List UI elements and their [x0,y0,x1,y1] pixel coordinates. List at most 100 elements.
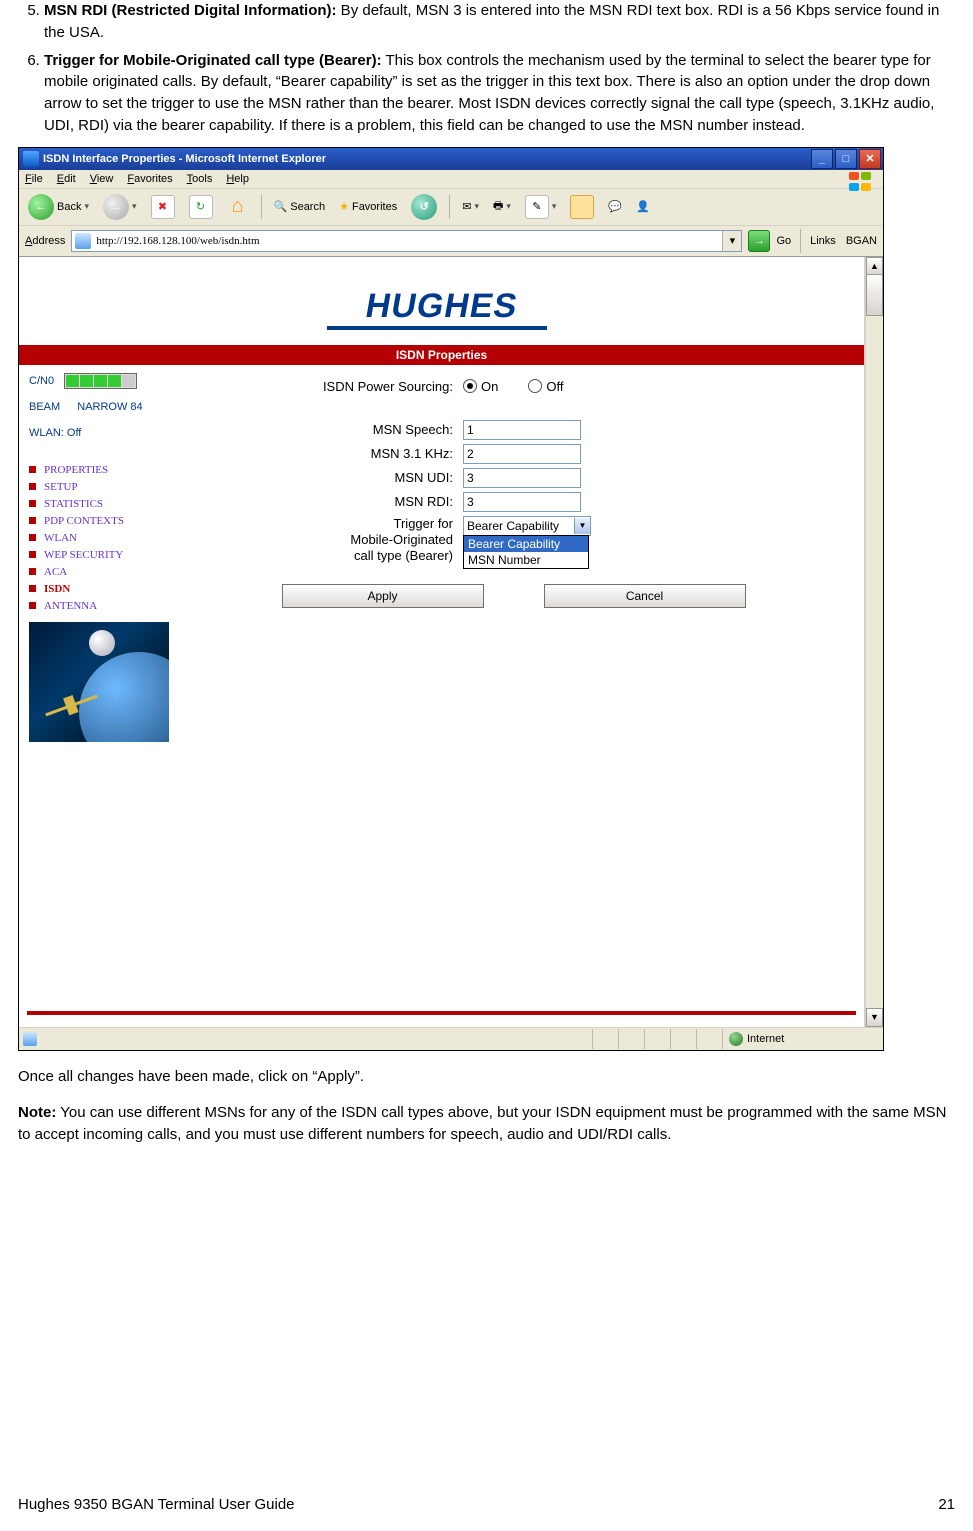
home-button[interactable]: ⌂ [222,194,254,220]
stop-button[interactable]: ✖ [146,193,180,221]
globe-icon [729,1032,743,1046]
page-footer: Hughes 9350 BGAN Terminal User Guide 21 [18,1496,955,1513]
msn-speech-label: MSN Speech: [193,422,463,437]
msn-rdi-label: MSN RDI: [193,494,463,509]
footer-right: 21 [938,1496,955,1513]
cno-label: C/N0 [29,375,54,387]
trigger-select-value: Bearer Capability [467,519,559,533]
go-label: Go [776,235,791,247]
sidebar-item-setup[interactable]: SETUP [29,481,179,493]
sidebar-item-aca[interactable]: ACA [29,566,179,578]
cancel-button[interactable]: Cancel [544,584,746,608]
close-button[interactable]: ✕ [859,149,881,169]
scroll-thumb[interactable] [866,274,883,316]
search-button[interactable]: 🔍Search [269,198,331,215]
hughes-logo-text: HUGHES [362,287,520,326]
menu-help[interactable]: Help [226,173,249,185]
sidebar-item-wlan[interactable]: WLAN [29,532,179,544]
minimize-button[interactable]: _ [811,149,833,169]
sidebar-item-pdp-contexts[interactable]: PDP CONTEXTS [29,515,179,527]
link-bgan[interactable]: BGAN [842,235,877,247]
menu-tools[interactable]: Tools [187,173,213,185]
scroll-down-arrow[interactable]: ▼ [866,1008,883,1027]
sidebar-item-label: WLAN [44,532,77,544]
back-button[interactable]: ←Back▾ [23,192,94,222]
sidebar-item-properties[interactable]: PROPERTIES [29,464,179,476]
address-label: Address [25,235,65,247]
bullet-icon [29,517,36,524]
go-button[interactable]: → [748,230,770,252]
favorites-label: Favorites [352,201,397,213]
beam-label: BEAM [29,401,60,413]
radio-on[interactable] [463,379,477,393]
forward-button[interactable]: →▾ [98,192,142,222]
beam-row: BEAM NARROW 84 [29,401,179,413]
print-button[interactable]: 🖶▾ [488,195,516,218]
status-bar: Internet [19,1027,883,1050]
menu-file[interactable]: File [25,173,43,185]
titlebar: ISDN Interface Properties - Microsoft In… [19,148,883,170]
ie-window: ISDN Interface Properties - Microsoft In… [18,147,884,1051]
msn-speech-input[interactable] [463,420,581,440]
toolbar: ←Back▾ →▾ ✖ ↻ ⌂ 🔍Search ★Favorites ↺ ✉▾ … [19,189,883,226]
address-dropdown[interactable]: ▾ [722,231,741,251]
zone-label: Internet [747,1033,784,1045]
vertical-scrollbar[interactable]: ▲ ▼ [865,257,883,1027]
sidebar-item-statistics[interactable]: STATISTICS [29,498,179,510]
sidebar-item-antenna[interactable]: ANTENNA [29,600,179,612]
bullet-icon [29,500,36,507]
status-page-icon [23,1032,37,1046]
link-bgan-label: BGAN [846,235,877,247]
msn-rdi-input[interactable] [463,492,581,512]
power-label: ISDN Power Sourcing: [193,379,463,394]
menu-favorites[interactable]: Favorites [127,173,172,185]
menu-edit[interactable]: Edit [57,173,76,185]
sidebar-item-label: ISDN [44,583,70,595]
on-label: On [481,379,498,394]
messenger-button[interactable]: 👤 [631,198,655,215]
maximize-button[interactable]: □ [835,149,857,169]
sidebar-item-label: ANTENNA [44,600,97,612]
msn-udi-input[interactable] [463,468,581,488]
refresh-button[interactable]: ↻ [184,193,218,221]
trigger-dropdown: Bearer Capability MSN Number [463,535,589,569]
isdn-properties-banner: ISDN Properties [19,345,864,365]
favorites-button[interactable]: ★Favorites [334,198,402,215]
trigger-select[interactable]: Bearer Capability ▼ [463,516,591,536]
links-label: Links [810,235,836,247]
trigger-option-bearer[interactable]: Bearer Capability [464,536,588,552]
url-input[interactable] [94,234,722,248]
sidebar-item-label: ACA [44,566,67,578]
radio-off[interactable] [528,379,542,393]
sidebar-item-wep-security[interactable]: WEP SECURITY [29,549,179,561]
msn-31khz-input[interactable] [463,444,581,464]
sidebar-item-label: STATISTICS [44,498,103,510]
discuss-button[interactable]: 💬 [603,198,627,215]
edit-button[interactable]: ✎▾ [520,193,562,221]
window-title: ISDN Interface Properties - Microsoft In… [43,153,326,165]
note-body: You can use different MSNs for any of th… [18,1104,946,1143]
beam-value: NARROW 84 [77,401,142,413]
signal-bar [64,373,137,389]
off-label: Off [546,379,563,394]
mail-button[interactable]: ✉▾ [457,198,484,215]
ie-app-icon [23,151,39,167]
bullet-icon [29,534,36,541]
menu-view[interactable]: View [90,173,114,185]
history-button[interactable]: ↺ [406,192,442,222]
trigger-option-msn[interactable]: MSN Number [464,552,588,568]
webpage: HUGHES ISDN Properties C/N0 BEAM [19,257,865,1027]
folder-button[interactable] [565,193,599,221]
bullet-icon [29,585,36,592]
sidebar: C/N0 BEAM NARROW 84 WLAN: Off PROPERTIES… [19,365,183,750]
bullet-icon [29,551,36,558]
apply-button[interactable]: Apply [282,584,484,608]
sidebar-item-isdn[interactable]: ISDN [29,583,179,595]
bullet-icon [29,602,36,609]
zone-indicator: Internet [722,1029,879,1049]
sidebar-item-label: WEP SECURITY [44,549,123,561]
nav-list: PROPERTIES SETUP STATISTICS PDP CONTEXTS WLA… [29,464,179,612]
address-input-wrap[interactable]: ▾ [71,230,742,252]
trig-l3: call type (Bearer) [354,548,453,563]
msn-udi-label: MSN UDI: [193,470,463,485]
